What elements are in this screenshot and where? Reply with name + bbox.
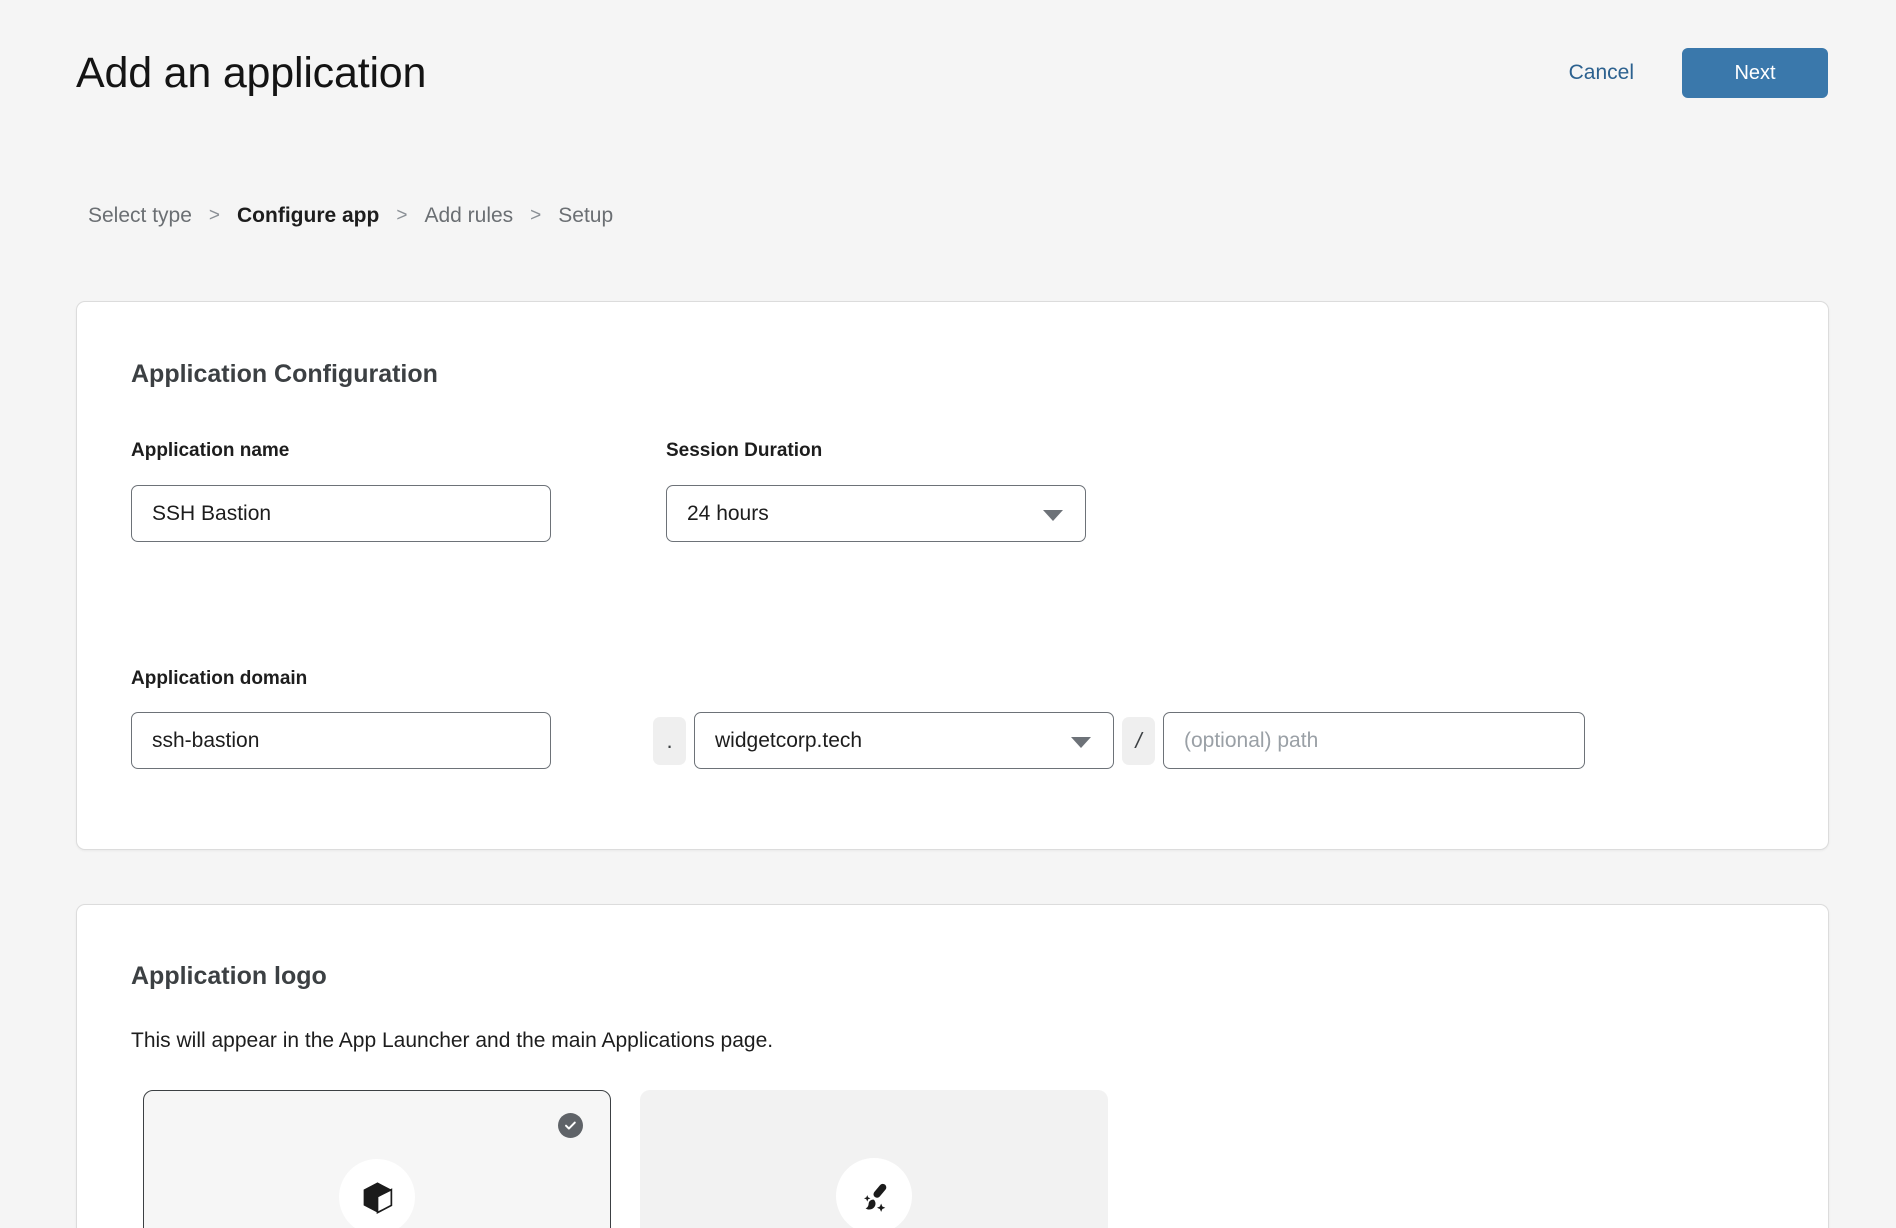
session-duration-select[interactable]: 24 hours <box>666 485 1086 542</box>
page-header: Add an application Cancel Next <box>76 42 1828 104</box>
domain-dot-separator: . <box>653 717 686 765</box>
application-path-input[interactable] <box>1163 712 1585 769</box>
chevron-down-icon <box>1043 510 1063 521</box>
breadcrumb: Select type > Configure app > Add rules … <box>88 204 613 228</box>
breadcrumb-separator: > <box>396 205 407 227</box>
application-domain-select[interactable]: widgetcorp.tech <box>694 712 1114 769</box>
session-duration-value: 24 hours <box>687 502 769 526</box>
breadcrumb-step-select-type[interactable]: Select type <box>88 204 192 228</box>
application-logo-card: Application logo This will appear in the… <box>76 904 1829 1228</box>
logo-tile-cube[interactable] <box>143 1090 611 1228</box>
next-button[interactable]: Next <box>1682 48 1828 98</box>
application-domain-label: Application domain <box>131 668 307 690</box>
paintbrush-sparkle-icon <box>836 1158 912 1228</box>
session-duration-label: Session Duration <box>666 440 822 462</box>
application-name-input[interactable] <box>131 485 551 542</box>
application-configuration-title: Application Configuration <box>131 360 438 389</box>
header-actions: Cancel Next <box>1567 48 1828 98</box>
breadcrumb-separator: > <box>209 205 220 227</box>
domain-slash-separator: / <box>1122 717 1155 765</box>
page-title: Add an application <box>76 52 426 95</box>
application-logo-description: This will appear in the App Launcher and… <box>131 1029 773 1053</box>
application-domain-value: widgetcorp.tech <box>715 729 862 753</box>
logo-tile-paintbrush[interactable] <box>640 1090 1108 1228</box>
breadcrumb-separator: > <box>530 205 541 227</box>
application-configuration-card: Application Configuration Application na… <box>76 301 1829 850</box>
application-subdomain-input[interactable] <box>131 712 551 769</box>
check-circle-icon <box>558 1113 583 1138</box>
breadcrumb-step-configure-app[interactable]: Configure app <box>237 204 379 228</box>
chevron-down-icon <box>1071 737 1091 748</box>
application-logo-title: Application logo <box>131 962 327 991</box>
application-name-label: Application name <box>131 440 289 462</box>
breadcrumb-step-setup[interactable]: Setup <box>558 204 613 228</box>
add-application-page: Add an application Cancel Next Select ty… <box>0 0 1896 1228</box>
breadcrumb-step-add-rules[interactable]: Add rules <box>424 204 513 228</box>
cancel-button[interactable]: Cancel <box>1567 57 1636 89</box>
logo-tiles <box>143 1090 1108 1228</box>
cube-icon <box>339 1159 415 1228</box>
